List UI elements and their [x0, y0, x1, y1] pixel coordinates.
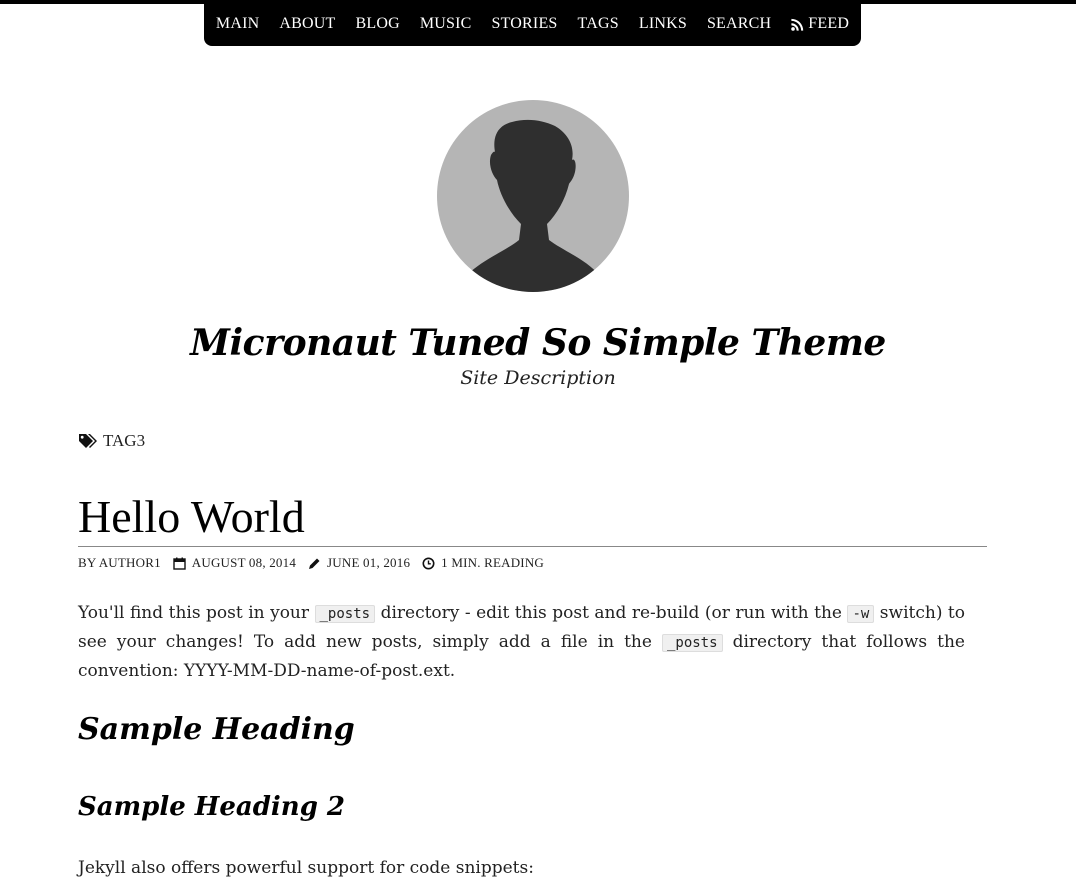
- published-date-label: AUGUST 08, 2014: [191, 555, 297, 570]
- site-title[interactable]: Micronaut Tuned So Simple Theme: [0, 322, 1076, 364]
- main-navigation: MAIN ABOUT BLOG MUSIC STORIES TAGS LINKS…: [204, 0, 861, 46]
- post-paragraph-2: Jekyll also offers powerful support for …: [78, 858, 534, 878]
- avatar[interactable]: [437, 100, 629, 292]
- calendar-icon: [173, 557, 186, 570]
- post-paragraph-1: You'll find this post in your _posts dir…: [78, 599, 965, 685]
- nav-item-about[interactable]: ABOUT: [269, 0, 345, 46]
- nav-item-feed-label: FEED: [808, 15, 850, 32]
- pencil-icon: [309, 558, 320, 569]
- nav-item-feed[interactable]: FEED: [781, 0, 859, 46]
- post-meta: BY AUTHOR1 AUGUST 08, 2014 JUNE 01, 2016…: [78, 555, 556, 571]
- nav-item-main[interactable]: MAIN: [206, 0, 269, 46]
- code-posts-2: _posts: [661, 634, 723, 652]
- post-author-label: BY AUTHOR1: [78, 555, 161, 570]
- clock-icon: [422, 557, 435, 569]
- nav-item-stories[interactable]: STORIES: [482, 0, 568, 46]
- code-w: -w: [847, 605, 875, 623]
- post-reading-time: 1 MIN. READING: [422, 555, 544, 571]
- tags-icon: [79, 434, 97, 448]
- post-published-date: AUGUST 08, 2014: [173, 555, 296, 571]
- sample-heading: Sample Heading: [78, 712, 355, 747]
- post-tags: TAG3: [78, 431, 145, 451]
- nav-item-blog[interactable]: BLOG: [345, 0, 409, 46]
- site-description: Site Description: [460, 367, 616, 389]
- text-segment: You'll find this post in your: [78, 603, 315, 623]
- title-divider: [78, 546, 987, 547]
- nav-item-tags[interactable]: TAGS: [568, 0, 629, 46]
- nav-item-music[interactable]: MUSIC: [410, 0, 482, 46]
- post-updated-date: JUNE 01, 2016: [308, 555, 410, 571]
- updated-date-label: JUNE 01, 2016: [327, 555, 411, 570]
- post-title: Hello World: [78, 491, 305, 542]
- sample-heading-2: Sample Heading 2: [78, 792, 346, 822]
- nav-item-search[interactable]: SEARCH: [697, 0, 781, 46]
- tag-link-tag3[interactable]: TAG3: [103, 431, 145, 451]
- nav-item-links[interactable]: LINKS: [629, 0, 697, 46]
- post-author: BY AUTHOR1: [78, 555, 161, 571]
- text-segment: directory - edit this post and re-build …: [375, 603, 848, 623]
- reading-time-label: 1 MIN. READING: [441, 555, 544, 570]
- rss-icon: [791, 18, 804, 31]
- user-silhouette-icon: [467, 119, 599, 292]
- code-posts: _posts: [314, 605, 376, 623]
